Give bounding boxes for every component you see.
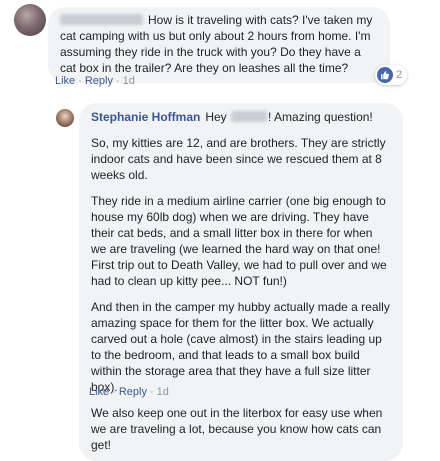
reply-link[interactable]: Reply: [119, 386, 147, 398]
mentioned-name-redacted: [231, 111, 268, 122]
reply-header: Stephanie Hoffman Hey ! Amazing question!: [91, 109, 391, 125]
reply-paragraph: They ride in a medium airline carrier (o…: [91, 194, 387, 288]
comment-actions: Like · Reply · 1d: [55, 75, 135, 87]
reaction-count: 2: [396, 69, 403, 81]
reply-paragraph: So, my kitties are 12, and are brothers.…: [91, 136, 386, 182]
reply-timestamp[interactable]: 1d: [157, 386, 169, 398]
commenter-avatar[interactable]: [14, 4, 46, 36]
reply-paragraph: And then in the camper my hubby actually…: [91, 300, 390, 394]
reply-link[interactable]: Reply: [85, 75, 113, 87]
reply-actions: Like · Reply · 1d: [89, 386, 169, 398]
comment-timestamp[interactable]: 1d: [123, 75, 135, 87]
reply-paragraph: We also keep one out in the literbox for…: [91, 406, 383, 452]
commenter-name-redacted[interactable]: [60, 14, 143, 25]
reply-bubble: Stephanie Hoffman Hey ! Amazing question!…: [79, 103, 403, 461]
reply-greeting-after: ! Amazing question!: [268, 110, 373, 124]
reaction-count-badge[interactable]: 2: [375, 65, 408, 85]
reply-author-name[interactable]: Stephanie Hoffman: [91, 110, 200, 124]
separator-dot: ·: [115, 75, 120, 87]
like-link[interactable]: Like: [55, 75, 75, 87]
separator-dot: ·: [78, 75, 82, 87]
separator-dot: ·: [112, 386, 116, 398]
comment-bubble: How is it traveling with cats? I've take…: [48, 7, 390, 83]
reply-greeting-before: Hey: [205, 110, 227, 124]
separator-dot: ·: [149, 386, 154, 398]
like-link[interactable]: Like: [89, 386, 109, 398]
reply-author-avatar[interactable]: [56, 109, 74, 127]
like-thumb-icon: [377, 67, 393, 83]
